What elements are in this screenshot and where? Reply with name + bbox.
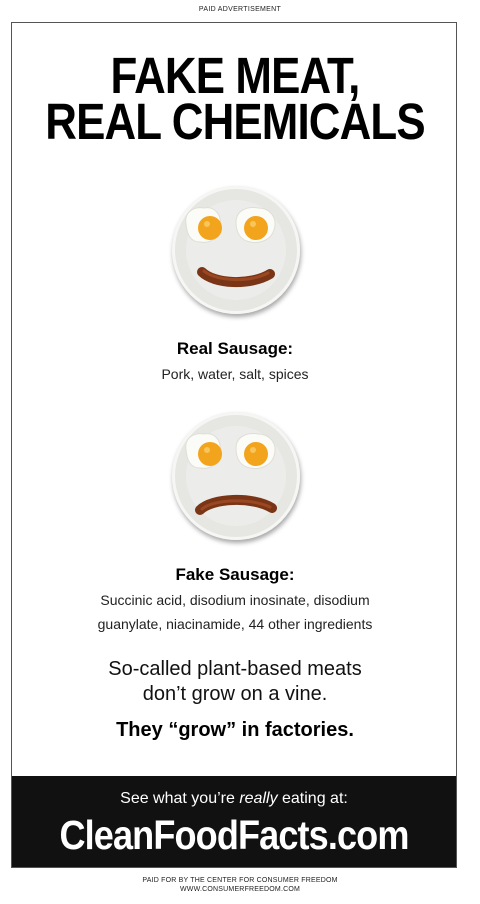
frowny-plate-icon xyxy=(172,412,300,540)
real-sausage-title: Real Sausage: xyxy=(176,339,294,358)
fake-sausage-ingredients-line-2: guanylate, niacinamide, 44 other ingredi… xyxy=(97,616,373,632)
fake-sausage-title: Fake Sausage: xyxy=(175,565,295,584)
credit-line-1: PAID FOR BY THE CENTER FOR CONSUMER FREE… xyxy=(142,877,338,884)
smiley-plate-icon xyxy=(172,186,300,314)
footer-bar: See what you’re really eating at: CleanF… xyxy=(12,776,456,867)
footer-cta-prefix: See what you’re xyxy=(120,790,240,807)
footer-url-link[interactable]: CleanFoodFacts.com xyxy=(39,812,430,859)
paid-for-credit: PAID FOR BY THE CENTER FOR CONSUMER FREE… xyxy=(0,876,480,894)
footer-cta-suffix: eating at: xyxy=(277,790,348,807)
footer-cta: See what you’re really eating at: xyxy=(12,790,456,808)
credit-url[interactable]: WWW.CONSUMERFREEDOM.COM xyxy=(0,885,480,894)
headline-line-2: REAL CHEMICALS xyxy=(45,93,425,150)
real-sausage-ingredients: Pork, water, salt, spices xyxy=(161,366,309,382)
tagline-line-2: don’t grow on a vine. xyxy=(142,683,328,705)
tagline-line-1: So-called plant-based meats xyxy=(108,658,362,680)
headline: FAKE MEAT, REAL CHEMICALS xyxy=(43,50,427,150)
ad-frame: FAKE MEAT, REAL CHEMICALS Real Sausage: … xyxy=(11,22,457,868)
footer-cta-emphasis: really xyxy=(239,790,278,807)
fake-sausage-ingredients-line-1: Succinic acid, disodium inosinate, disod… xyxy=(100,592,370,608)
paid-advertisement-label: PAID ADVERTISEMENT xyxy=(198,6,282,13)
tagline-bold: They “grow” in factories. xyxy=(116,719,354,741)
